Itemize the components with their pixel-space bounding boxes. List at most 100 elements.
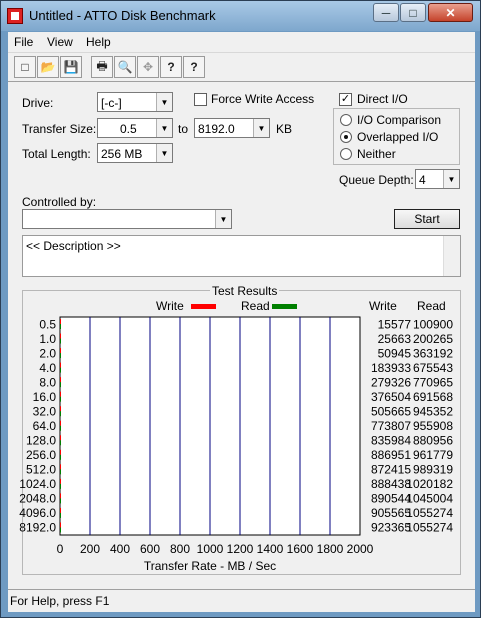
write-bar (60, 478, 61, 484)
write-bar (60, 522, 61, 528)
write-bar (60, 362, 61, 368)
read-value: 955908 (413, 419, 453, 433)
window-title: Untitled - ATTO Disk Benchmark (29, 8, 216, 23)
read-value: 770965 (413, 375, 453, 389)
x-tick-label: 200 (80, 542, 100, 556)
write-bar (60, 420, 61, 426)
write-value: 376504 (371, 390, 411, 404)
write-value: 872415 (371, 463, 411, 477)
x-tick-label: 1800 (317, 542, 344, 556)
write-value: 25663 (378, 332, 412, 346)
read-bar (60, 353, 61, 359)
read-bar (60, 411, 61, 417)
write-bar (60, 348, 61, 354)
x-tick-label: 600 (140, 542, 160, 556)
status-bar: For Help, press F1 (8, 589, 475, 612)
write-value: 279326 (371, 375, 411, 389)
write-value: 886951 (371, 448, 411, 462)
category-label: 4096.0 (19, 506, 56, 520)
client-area: File View Help □ 📂 💾 🖶 🔍 ✥ ? ? Drive: [-… (8, 32, 475, 612)
minimize-button[interactable]: ─ (373, 3, 399, 22)
read-value: 200265 (413, 332, 453, 346)
read-value: 989319 (413, 463, 453, 477)
read-value: 100900 (413, 317, 453, 331)
chart-bars (60, 319, 61, 533)
write-bar (60, 319, 61, 324)
chart-legend: Write Read (156, 299, 297, 313)
x-tick-label: 400 (110, 542, 130, 556)
write-value: 50945 (378, 346, 412, 360)
read-value: 363192 (413, 346, 453, 360)
results-chart: 0.51.02.04.08.016.032.064.0128.0256.0512… (19, 299, 453, 573)
read-bar (60, 338, 61, 344)
read-value: 961779 (413, 448, 453, 462)
read-value: 1045004 (406, 492, 453, 506)
read-bar (60, 512, 61, 518)
category-label: 0.5 (39, 317, 56, 331)
status-text: For Help, press F1 (10, 594, 110, 608)
x-tick-label: 1000 (197, 542, 224, 556)
read-bar (60, 382, 61, 388)
category-label: 2048.0 (19, 492, 56, 506)
read-value: 1020182 (406, 477, 453, 491)
write-value: 923365 (371, 521, 411, 535)
write-bar (60, 435, 61, 441)
read-column-header: Read (417, 299, 446, 313)
close-button[interactable]: ✕ (428, 3, 473, 22)
write-bar (60, 493, 61, 499)
read-bar (60, 483, 61, 489)
write-bar (60, 507, 61, 513)
category-label: 128.0 (26, 434, 56, 448)
x-tick-label: 0 (57, 542, 64, 556)
atto-app-icon (7, 8, 23, 24)
app-window: Untitled - ATTO Disk Benchmark ─ □ ✕ Fil… (0, 0, 481, 618)
category-label: 512.0 (26, 463, 56, 477)
read-value: 880956 (413, 434, 453, 448)
write-bar (60, 449, 61, 455)
chart-category-labels: 0.51.02.04.08.016.032.064.0128.0256.0512… (19, 317, 56, 534)
write-value: 505665 (371, 404, 411, 418)
write-bar (60, 406, 61, 412)
category-label: 8.0 (39, 375, 56, 389)
legend-write-swatch (191, 304, 216, 309)
category-label: 4.0 (39, 361, 56, 375)
x-tick-label: 1200 (227, 542, 254, 556)
read-value: 1055274 (406, 521, 453, 535)
legend-write-label: Write (156, 299, 184, 313)
read-value: 1055274 (406, 506, 453, 520)
write-value: 773807 (371, 419, 411, 433)
category-label: 32.0 (33, 404, 57, 418)
read-value: 945352 (413, 404, 453, 418)
read-value: 675543 (413, 361, 453, 375)
write-bar (60, 464, 61, 470)
read-bar (60, 396, 61, 402)
category-label: 8192.0 (19, 521, 56, 535)
category-label: 1.0 (39, 332, 56, 346)
write-bar (60, 377, 61, 383)
chart-value-table: 15577 10090025663 20026550945 363192183933 6… (371, 317, 453, 534)
legend-read-label: Read (241, 299, 270, 313)
write-bar (60, 333, 61, 339)
category-label: 1024.0 (19, 477, 56, 491)
read-bar (60, 440, 61, 446)
x-tick-label: 1400 (257, 542, 284, 556)
x-tick-label: 1600 (287, 542, 314, 556)
read-bar (60, 324, 61, 329)
read-bar (60, 469, 61, 475)
category-label: 64.0 (33, 419, 57, 433)
chart-x-ticks: 0 200 400 600 800 1000 1200 1400 1600 1800 2000 (57, 542, 374, 556)
maximize-button[interactable]: □ (400, 3, 426, 22)
read-bar (60, 498, 61, 504)
x-axis-label: Transfer Rate - MB / Sec (144, 559, 276, 573)
read-value: 691568 (413, 390, 453, 404)
write-value: 15577 (378, 317, 412, 331)
read-bar (60, 454, 61, 460)
read-bar (60, 367, 61, 373)
write-value: 835984 (371, 434, 411, 448)
x-tick-label: 2000 (347, 542, 374, 556)
write-column-header: Write (369, 299, 397, 313)
read-bar (60, 527, 61, 533)
legend-read-swatch (272, 304, 297, 309)
title-bar[interactable]: Untitled - ATTO Disk Benchmark ─ □ ✕ (1, 1, 480, 31)
category-label: 16.0 (33, 390, 57, 404)
